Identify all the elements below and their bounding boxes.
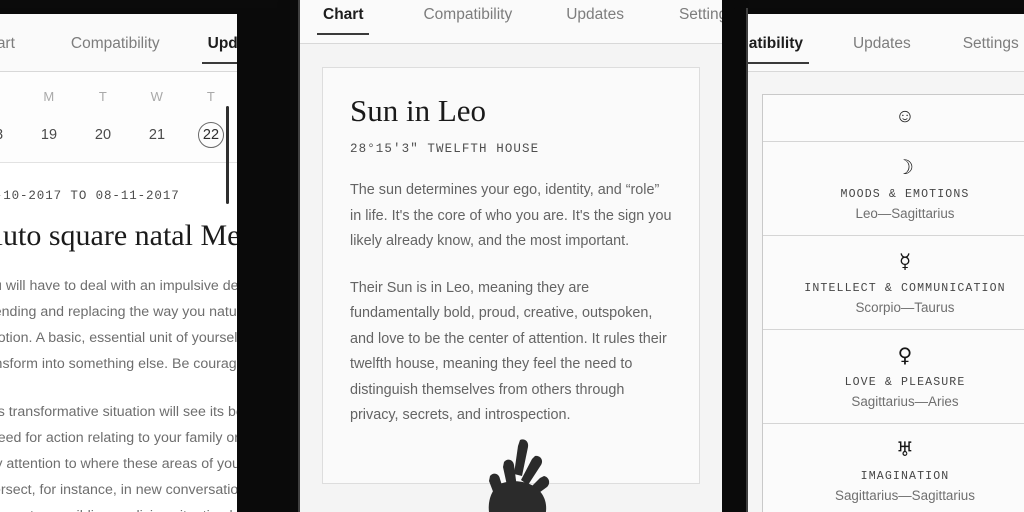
- center-content-area: Sun in Leo 28°15'3" TWELFTH HOUSE The su…: [300, 44, 722, 512]
- calendar-day-initials-row: S M T W T: [0, 88, 237, 106]
- left-tab-bar: Chart Compatibility Updates: [0, 14, 237, 72]
- left-scrollbar[interactable]: [226, 106, 229, 204]
- card-degree-house: 28°15'3" TWELFTH HOUSE: [350, 142, 540, 157]
- compat-label: MOODS & EMOTIONS: [840, 188, 970, 201]
- center-tab-bar: Chart Compatibility Updates Settings: [300, 0, 722, 44]
- compat-sign-pair: Leo—Sagittarius: [855, 206, 955, 221]
- calendar-day-initial: M: [43, 89, 55, 104]
- calendar-date-cell[interactable]: 19: [22, 122, 76, 148]
- compat-sign-pair: Scorpio—Taurus: [855, 300, 955, 315]
- calendar-day-initial: S: [0, 88, 22, 106]
- left-phone-device: Chart Compatibility Updates S M T W: [0, 8, 300, 512]
- right-content-area: ☺ ☽ MOODS & EMOTIONS Leo—Sagittarius ☿ I…: [748, 72, 1024, 512]
- calendar-date-cell[interactable]: 20: [76, 122, 130, 148]
- right-tab-bar: ompatibility Updates Settings: [748, 14, 1024, 72]
- right-tab-settings[interactable]: Settings: [963, 35, 1019, 64]
- compat-row-smiley: ☺: [763, 95, 1024, 142]
- article-date-range: 07-10-2017 TO 08-11-2017: [0, 189, 180, 203]
- compat-label: LOVE & PLEASURE: [844, 376, 966, 389]
- venus-symbol-icon: ♀: [897, 343, 913, 367]
- mercury-symbol-icon: ☿: [898, 249, 912, 273]
- screenshot-stage: Chart Compatibility Updates S M T W: [0, 0, 1024, 512]
- compat-label: IMAGINATION: [860, 470, 950, 483]
- left-tab-chart[interactable]: Chart: [0, 35, 15, 64]
- calendar-date-cell-selected[interactable]: 22: [184, 122, 237, 148]
- article-paragraph: You will have to deal with an impulsive …: [0, 278, 237, 372]
- center-tab-compatibility[interactable]: Compatibility: [423, 6, 512, 35]
- calendar-day-initial: T: [206, 89, 216, 104]
- center-tab-chart[interactable]: Chart: [316, 6, 371, 35]
- left-article: 07-10-2017 TO 08-11-2017 Pluto square na…: [0, 163, 237, 512]
- right-phone-device: ompatibility Updates Settings ☺ ☽ MOODS …: [722, 8, 1024, 512]
- article-paragraph: This transformative situation will see i…: [0, 404, 237, 512]
- card-paragraph: Their Sun is in Leo, meaning they are fu…: [350, 279, 667, 424]
- calendar-strip: S M T W T 18: [0, 72, 237, 163]
- right-tab-updates[interactable]: Updates: [853, 35, 911, 64]
- calendar-dates-row: 18 19 20 21 22: [0, 122, 237, 148]
- center-tab-settings[interactable]: Settings: [679, 6, 722, 35]
- calendar-date-cell[interactable]: 21: [130, 122, 184, 148]
- compatibility-list: ☺ ☽ MOODS & EMOTIONS Leo—Sagittarius ☿ I…: [762, 94, 1024, 512]
- calendar-selected-date: 22: [198, 122, 224, 148]
- compat-row-venus[interactable]: ♀ LOVE & PLEASURE Sagittarius—Aries: [763, 330, 1024, 424]
- smiley-face-icon: ☺: [895, 106, 915, 127]
- card-paragraph: The sun determines your ego, identity, a…: [350, 182, 672, 250]
- left-tab-updates[interactable]: Updates: [201, 35, 237, 64]
- calendar-day-initial: T: [98, 89, 108, 104]
- left-tab-compatibility[interactable]: Compatibility: [71, 35, 160, 64]
- sun-sign-card: Sun in Leo 28°15'3" TWELFTH HOUSE The su…: [322, 67, 700, 484]
- right-phone-screen: ompatibility Updates Settings ☺ ☽ MOODS …: [748, 14, 1024, 512]
- calendar-date-cell[interactable]: 18: [0, 122, 22, 148]
- center-tab-updates[interactable]: Updates: [566, 6, 624, 35]
- article-title: Pluto square natal Merc: [0, 219, 237, 252]
- left-phone-screen: Chart Compatibility Updates S M T W: [0, 14, 237, 512]
- compat-sign-pair: Sagittarius—Sagittarius: [835, 488, 975, 503]
- compat-sign-pair: Sagittarius—Aries: [851, 394, 959, 409]
- right-tab-compatibility[interactable]: ompatibility: [748, 35, 809, 64]
- center-phone-device: Chart Compatibility Updates Settings Sun…: [277, 0, 749, 512]
- compat-row-uranus[interactable]: ♅ IMAGINATION Sagittarius—Sagittarius: [763, 424, 1024, 512]
- compat-row-moon[interactable]: ☽ MOODS & EMOTIONS Leo—Sagittarius: [763, 142, 1024, 236]
- calendar-day-initial: W: [150, 89, 164, 104]
- card-title: Sun in Leo: [350, 93, 487, 128]
- compat-label: INTELLECT & COMMUNICATION: [804, 282, 1006, 295]
- center-phone-screen: Chart Compatibility Updates Settings Sun…: [300, 0, 722, 512]
- moon-symbol-icon: ☽: [896, 155, 914, 179]
- uranus-symbol-icon: ♅: [896, 437, 914, 461]
- compat-row-mercury[interactable]: ☿ INTELLECT & COMMUNICATION Scorpio—Taur…: [763, 236, 1024, 330]
